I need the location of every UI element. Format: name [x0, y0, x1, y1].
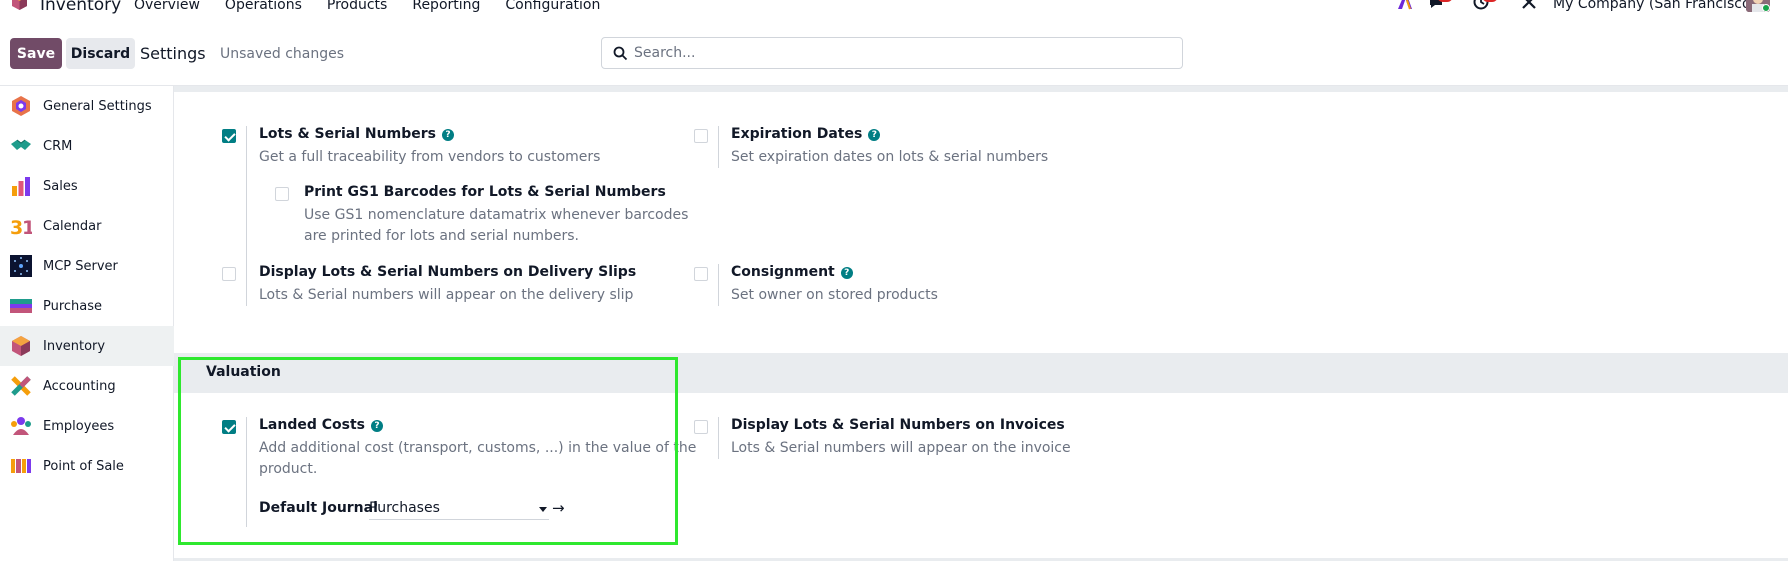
sidebar-item-label: Point of Sale	[43, 458, 124, 474]
systray: 6 26 My Company (San Francisco)	[0, 0, 1788, 14]
help-icon[interactable]: ?	[868, 129, 881, 141]
accounting-icon	[11, 376, 31, 396]
ai-icon[interactable]	[1396, 0, 1414, 10]
sidebar-item-purchase[interactable]: Purchase	[0, 286, 174, 326]
sidebar-item-label: Employees	[43, 418, 115, 434]
expiration-dates-title-text: Expiration Dates	[731, 126, 863, 142]
search-icon	[613, 46, 628, 61]
help-icon[interactable]: ?	[371, 420, 383, 432]
inventory-icon	[12, 336, 30, 356]
search-box	[601, 37, 1183, 69]
consignment-title-text: Consignment	[731, 264, 835, 280]
consignment-title: Consignment?	[731, 264, 853, 280]
delivery-slips-checkbox[interactable]	[222, 267, 236, 281]
landed-costs-desc-line1: Add additional cost (transport, customs,…	[259, 440, 697, 456]
purchase-icon	[10, 299, 32, 313]
sidebar-item-employees[interactable]: Employees	[0, 406, 174, 446]
help-icon[interactable]: ?	[840, 267, 853, 279]
sidebar-item-label: General Settings	[43, 98, 152, 114]
default-journal-label: Default Journal	[259, 500, 378, 516]
sidebar-item-calendar[interactable]: 3 1 Calendar	[0, 206, 174, 246]
landed-costs-title-text: Landed Costs	[259, 417, 365, 433]
control-panel: Save Discard Settings Unsaved changes	[0, 14, 1788, 86]
help-icon[interactable]: ?	[441, 129, 454, 141]
setting-divider	[718, 126, 719, 168]
gs1-barcodes-desc-line2: are printed for lots and serial numbers.	[304, 228, 579, 244]
top-navbar: Inventory Overview Operations Products R…	[0, 0, 1788, 15]
landed-costs-title: Landed Costs?	[259, 417, 383, 433]
employees-icon	[11, 417, 31, 435]
landed-costs-desc-line2: product.	[259, 461, 318, 477]
sidebar-item-sales[interactable]: Sales	[0, 166, 174, 206]
setting-divider	[718, 417, 719, 459]
lots-serial-title-text: Lots & Serial Numbers	[259, 126, 436, 142]
sidebar-item-label: Calendar	[43, 218, 102, 234]
consignment-checkbox[interactable]	[694, 267, 708, 281]
gs1-barcodes-desc-line1: Use GS1 nomenclature datamatrix whenever…	[304, 207, 689, 223]
setting-divider	[246, 264, 247, 306]
company-switcher[interactable]: My Company (San Francisco)	[1553, 0, 1756, 12]
chevron-down-icon	[539, 507, 547, 512]
unsaved-status: Unsaved changes	[220, 46, 345, 62]
default-journal-value: Purchases	[369, 500, 440, 516]
setting-divider	[246, 417, 247, 527]
mcp-server-icon	[10, 255, 32, 277]
sidebar-item-inventory[interactable]: Inventory	[0, 326, 174, 366]
sidebar-item-point-of-sale[interactable]: Point of Sale	[0, 446, 174, 486]
gs1-barcodes-checkbox[interactable]	[275, 187, 289, 201]
sidebar-item-label: MCP Server	[43, 258, 118, 274]
settings-sidebar: General Settings CRM Sales 3 1 Calendar	[0, 86, 174, 561]
sidebar-item-crm[interactable]: CRM	[0, 126, 174, 166]
sidebar-item-label: Accounting	[43, 378, 116, 394]
settings-content: Lots & Serial Numbers? Get a full tracea…	[174, 86, 1788, 561]
sidebar-item-label: Sales	[43, 178, 78, 194]
sidebar-item-mcp-server[interactable]: MCP Server	[0, 246, 174, 286]
lots-serial-title: Lots & Serial Numbers?	[259, 126, 454, 142]
avatar[interactable]	[1746, 0, 1770, 12]
online-status-dot	[1762, 4, 1770, 12]
crm-icon	[11, 139, 31, 150]
expiration-dates-title: Expiration Dates?	[731, 126, 881, 142]
calendar-icon: 3 1	[10, 217, 32, 237]
discard-button[interactable]: Discard	[66, 38, 135, 69]
sales-icon	[12, 177, 30, 196]
page-title: Settings	[140, 44, 206, 63]
lots-serial-checkbox[interactable]	[222, 129, 236, 143]
gs1-barcodes-title: Print GS1 Barcodes for Lots & Serial Num…	[304, 184, 666, 200]
setting-divider	[718, 264, 719, 306]
tools-icon[interactable]	[1520, 0, 1538, 10]
save-button[interactable]: Save	[10, 38, 62, 69]
sidebar-item-label: Purchase	[43, 298, 103, 314]
expiration-dates-checkbox[interactable]	[694, 129, 708, 143]
default-journal-select[interactable]: Purchases	[369, 499, 549, 520]
search-input[interactable]	[634, 38, 1174, 68]
valuation-section-header: Valuation	[174, 353, 1788, 393]
valuation-heading: Valuation	[206, 364, 281, 380]
invoices-lots-title: Display Lots & Serial Numbers on Invoice…	[731, 417, 1065, 433]
landed-costs-checkbox[interactable]	[222, 420, 236, 434]
svg-text:1: 1	[22, 217, 32, 237]
general-settings-icon	[12, 96, 30, 116]
traceability-section-header	[174, 86, 1788, 92]
lots-serial-desc: Get a full traceability from vendors to …	[259, 149, 601, 165]
sidebar-item-label: Inventory	[43, 338, 106, 354]
internal-link-arrow-icon[interactable]: →	[552, 499, 565, 517]
invoices-lots-desc: Lots & Serial numbers will appear on the…	[731, 440, 1071, 456]
sidebar-item-label: CRM	[43, 138, 73, 154]
consignment-desc: Set owner on stored products	[731, 287, 938, 303]
delivery-slips-desc: Lots & Serial numbers will appear on the…	[259, 287, 634, 303]
point-of-sale-icon	[11, 459, 31, 473]
sidebar-item-general-settings[interactable]: General Settings	[0, 86, 174, 126]
expiration-dates-desc: Set expiration dates on lots & serial nu…	[731, 149, 1049, 165]
sidebar-item-accounting[interactable]: Accounting	[0, 366, 174, 406]
delivery-slips-title: Display Lots & Serial Numbers on Deliver…	[259, 264, 637, 280]
invoices-lots-checkbox[interactable]	[694, 420, 708, 434]
